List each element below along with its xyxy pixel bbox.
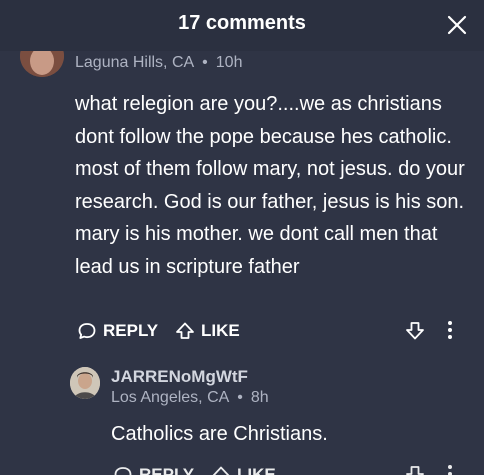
downvote-arrow-icon: [406, 322, 424, 340]
comment-body: what relegion are you?....we as christia…: [75, 93, 465, 278]
like-label: LIKE: [237, 465, 276, 475]
reply-button[interactable]: REPLY: [77, 317, 158, 345]
comments-sheet: 17 comments Laguna Hills, CA • 10h what re…: [0, 0, 484, 475]
reply-body: Catholics are Christians.: [111, 423, 328, 445]
meta-separator: •: [237, 389, 243, 406]
more-vertical-icon: [448, 321, 452, 339]
reply-time: 8h: [250, 389, 269, 406]
more-options-button[interactable]: [445, 319, 455, 346]
like-button[interactable]: LIKE: [175, 317, 240, 345]
downvote-arrow-icon: [406, 466, 424, 475]
comment-location: Laguna Hills, CA: [75, 54, 195, 71]
like-button[interactable]: LIKE: [211, 461, 276, 475]
upvote-arrow-icon: [176, 322, 194, 339]
close-button[interactable]: [444, 12, 470, 38]
reply-username[interactable]: JARRENoMgWtF: [111, 367, 248, 387]
more-options-button[interactable]: [445, 463, 455, 475]
comment-actions: REPLY LIKE: [77, 317, 467, 347]
upvote-arrow-icon: [212, 466, 230, 475]
close-icon: [447, 15, 467, 35]
like-label: LIKE: [201, 321, 240, 340]
reply-label: REPLY: [103, 321, 159, 340]
reply-meta: Los Angeles, CA • 8h: [111, 389, 269, 407]
comments-count-title: 17 comments: [178, 12, 306, 34]
reply-location: Los Angeles, CA: [111, 389, 230, 406]
downvote-button[interactable]: [405, 463, 425, 475]
comments-header: 17 comments: [0, 0, 484, 51]
reply-bubble-icon: [114, 467, 132, 475]
reply-label: REPLY: [139, 465, 195, 475]
comment-meta: Laguna Hills, CA • 10h: [75, 54, 242, 72]
meta-separator: •: [202, 54, 208, 71]
reply-avatar[interactable]: [70, 367, 100, 399]
reply-bubble-icon: [78, 323, 96, 339]
reply-button[interactable]: REPLY: [113, 461, 194, 475]
downvote-button[interactable]: [405, 319, 425, 346]
more-vertical-icon: [448, 465, 452, 475]
reply-actions: REPLY LIKE: [113, 461, 467, 475]
comment-time: 10h: [215, 54, 243, 71]
